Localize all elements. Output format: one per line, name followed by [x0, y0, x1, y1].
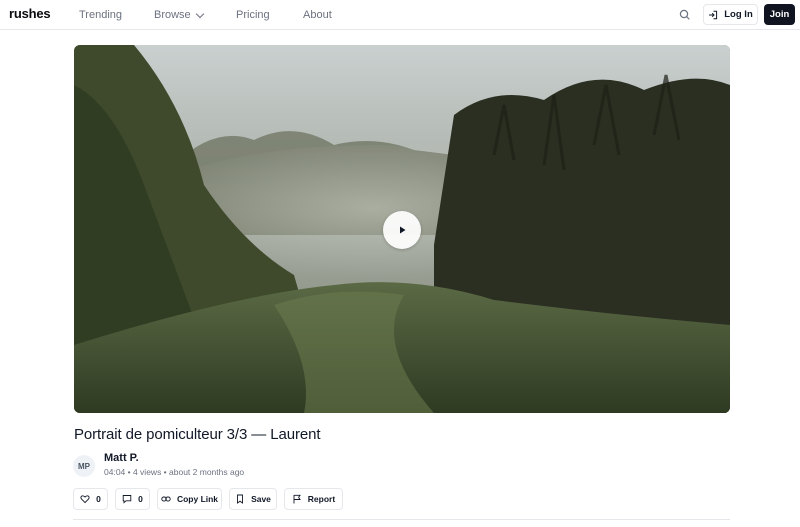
login-button[interactable]: Log In [703, 4, 758, 25]
login-icon [709, 10, 718, 19]
link-icon [161, 496, 171, 502]
nav-pricing-link[interactable]: Pricing [236, 9, 270, 21]
video-title: Portrait de pomiculteur 3/3 — Laurent [74, 426, 321, 443]
copy-link-label: Copy Link [176, 494, 219, 504]
play-icon [400, 226, 406, 234]
comment-count: 0 [138, 494, 143, 504]
author-name[interactable]: Matt P. [104, 452, 139, 464]
play-button[interactable] [383, 211, 421, 249]
heart-icon [80, 495, 90, 504]
report-button[interactable]: Report [284, 488, 343, 510]
nav-browse-dropdown[interactable]: Browse [154, 9, 204, 21]
comment-button[interactable]: 0 [115, 488, 150, 510]
bookmark-icon [237, 494, 244, 504]
top-navigation-bar: rushes Trending Browse Pricing About Log… [0, 0, 800, 30]
video-player[interactable] [74, 45, 730, 413]
nav-about-link[interactable]: About [303, 9, 332, 21]
join-button[interactable]: Join [764, 4, 795, 25]
search-button[interactable] [677, 7, 693, 23]
rushes-logo[interactable]: rushes [9, 6, 51, 21]
avatar[interactable]: MP [73, 455, 95, 477]
search-icon [679, 9, 690, 20]
copy-link-button[interactable]: Copy Link [157, 488, 222, 510]
nav-trending-link[interactable]: Trending [79, 9, 122, 21]
comment-icon [122, 495, 132, 504]
nav-browse-label: Browse [154, 9, 191, 21]
like-count: 0 [96, 494, 101, 504]
save-label: Save [251, 494, 271, 504]
save-button[interactable]: Save [229, 488, 277, 510]
report-label: Report [307, 494, 336, 504]
login-label: Log In [724, 9, 753, 20]
video-meta: 04:04 • 4 views • about 2 months ago [104, 467, 245, 477]
divider [73, 519, 730, 520]
flag-icon [293, 494, 301, 504]
like-button[interactable]: 0 [73, 488, 108, 510]
chevron-down-icon [195, 9, 204, 18]
